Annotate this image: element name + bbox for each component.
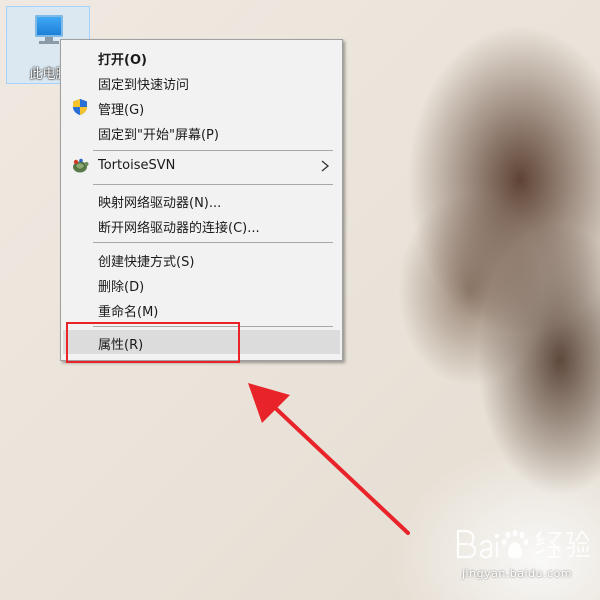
menu-item-label: TortoiseSVN	[98, 158, 176, 173]
menu-separator	[93, 242, 333, 243]
menu-item-label: 删除(D)	[98, 280, 145, 295]
menu-item-label: 固定到"开始"屏幕(P)	[98, 128, 219, 143]
baidu-logo-icon	[456, 529, 590, 559]
menu-separator	[93, 150, 333, 151]
menu-item-rename[interactable]: 重命名(M)	[63, 297, 340, 321]
watermark-url: jingyan.baidu.com	[462, 567, 573, 580]
context-menu: 打开(O) 固定到快速访问 管理(G) 固定到"开始"屏幕(P) Tortois…	[60, 39, 343, 361]
menu-item-tortoisesvn[interactable]: TortoiseSVN	[63, 154, 340, 178]
admin-shield-icon	[73, 99, 87, 115]
tortoisesvn-icon	[73, 158, 89, 173]
menu-item-map-network-drive[interactable]: 映射网络驱动器(N)...	[63, 188, 340, 212]
menu-item-manage[interactable]: 管理(G)	[63, 95, 340, 119]
computer-icon-base	[39, 41, 59, 44]
computer-icon	[35, 15, 63, 37]
menu-separator	[93, 184, 333, 185]
menu-item-create-shortcut[interactable]: 创建快捷方式(S)	[63, 247, 340, 271]
menu-item-label: 重命名(M)	[98, 305, 159, 320]
menu-item-label: 固定到快速访问	[98, 78, 190, 93]
menu-item-label: 打开(O)	[98, 53, 147, 68]
baidu-jingyan-watermark: jingyan.baidu.com	[452, 523, 592, 583]
menu-item-label: 映射网络驱动器(N)...	[98, 196, 222, 211]
menu-item-label: 断开网络驱动器的连接(C)...	[98, 221, 260, 236]
chevron-right-icon	[321, 160, 330, 172]
menu-item-pin-quick-access[interactable]: 固定到快速访问	[63, 70, 340, 94]
menu-item-delete[interactable]: 删除(D)	[63, 272, 340, 296]
menu-item-pin-start[interactable]: 固定到"开始"屏幕(P)	[63, 120, 340, 144]
menu-item-open[interactable]: 打开(O)	[63, 45, 340, 69]
menu-item-label: 创建快捷方式(S)	[98, 255, 195, 270]
menu-item-label: 管理(G)	[98, 103, 145, 118]
menu-item-disconnect-network-drive[interactable]: 断开网络驱动器的连接(C)...	[63, 213, 340, 237]
annotation-highlight-box	[66, 322, 240, 363]
annotation-arrow-icon	[248, 383, 410, 535]
